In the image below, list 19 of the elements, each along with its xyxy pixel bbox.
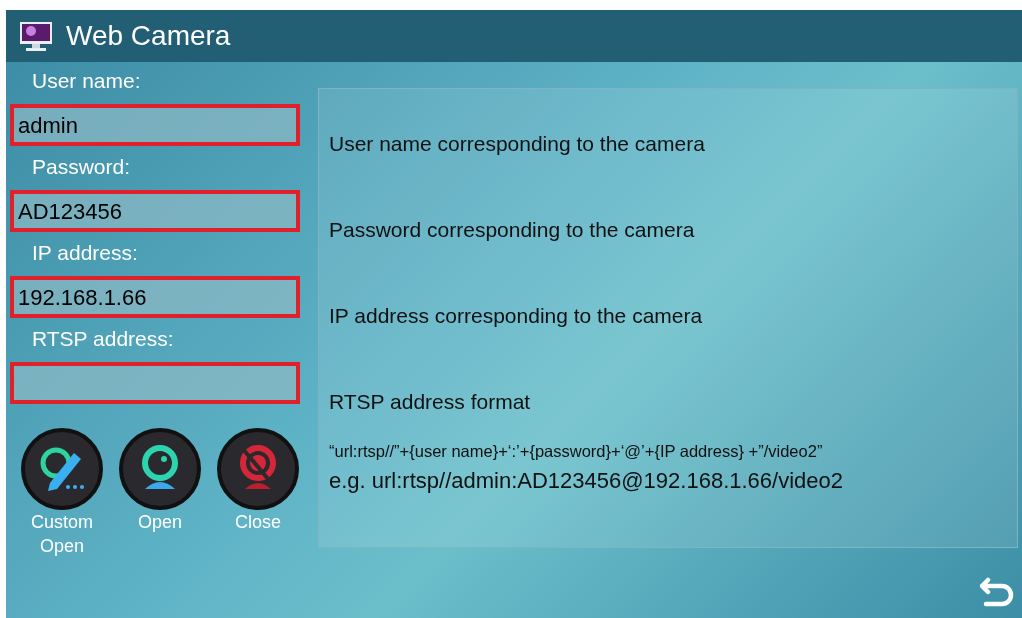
description-text: IP address corresponding to the camera: [329, 303, 703, 330]
field-label: IP address:: [31, 240, 139, 266]
input-field[interactable]: AD123456: [10, 190, 300, 232]
description-text: User name corresponding to the camera: [329, 131, 705, 158]
input-field[interactable]: [10, 362, 300, 404]
field-label: RTSP address:: [31, 326, 175, 352]
field-label: Password:: [31, 154, 132, 180]
input-field[interactable]: 192.168.1.66: [10, 276, 300, 318]
field-label: User name:: [31, 68, 142, 94]
button-caption: Open: [136, 511, 183, 534]
description-text: RTSP address format: [329, 389, 531, 416]
input-field[interactable]: admin: [10, 104, 300, 146]
button-caption: Close: [234, 511, 282, 534]
monitor-icon: [18, 20, 54, 52]
format-text: “url:rtsp//”+{user name}+‘:’+{password}+‘@’+{IP address} +”/video2”: [329, 441, 824, 462]
description-text: Password corresponding to the camera: [329, 217, 695, 244]
window-title: Web Camera: [66, 19, 231, 53]
button-caption: Custom Open: [30, 511, 94, 558]
example-text: e.g. url:rtsp//admin:AD123456@192.168.1.66/video2: [329, 466, 844, 495]
